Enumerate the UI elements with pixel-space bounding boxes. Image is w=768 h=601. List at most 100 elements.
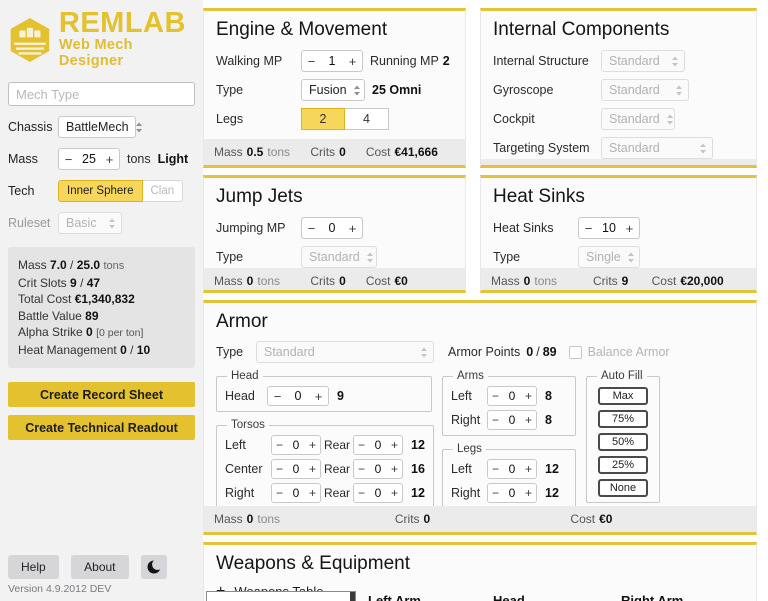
weight-class-badge: Light — [157, 152, 189, 166]
balance-armor-checkbox — [568, 345, 582, 359]
auto-fill-none-button[interactable]: None — [598, 479, 648, 497]
left-torso-row: Left − 0 + Rear − 0 + 12 — [225, 435, 425, 455]
armor-points-label: Armor Points — [448, 345, 521, 359]
engine-footer-stats: Mass 0.5 tons Crits 0 Cost €41,666 — [204, 139, 465, 165]
tech-clan-button[interactable]: Clan — [142, 180, 184, 202]
weapons-listbox[interactable] — [206, 591, 356, 601]
auto-fill-max-button[interactable]: Max — [598, 387, 648, 405]
heat-sinks-title: Heat Sinks — [493, 186, 585, 207]
chassis-select[interactable]: BattleMech — [58, 116, 142, 138]
mech-type-input[interactable] — [8, 82, 195, 106]
right-torso-front-increase-button[interactable]: + — [305, 484, 320, 502]
sidebar: REMLAB Web Mech Designer Chassis BattleM… — [0, 0, 203, 601]
engine-type-select[interactable]: Fusion — [301, 79, 365, 101]
walking-mp-decrease-button[interactable]: − — [302, 51, 321, 71]
internal-footer-stats: Mass6.5tons Crits0 Cost€560,000 — [481, 159, 756, 168]
left-torso-front-decrease-button[interactable]: − — [272, 436, 287, 454]
left-leg-increase-button[interactable]: + — [521, 460, 536, 478]
tech-inner-sphere-button[interactable]: Inner Sphere — [58, 180, 143, 202]
tech-toggle-group: Inner Sphere Clan — [58, 180, 184, 202]
moon-icon — [147, 559, 163, 574]
center-torso-front-increase-button[interactable]: + — [305, 460, 320, 478]
heat-sinks-decrease-button[interactable]: − — [579, 218, 598, 238]
mech-summary-box: Mass 7.0 / 25.0 tons Crit Slots 9 / 47 T… — [8, 247, 195, 368]
right-arm-decrease-button[interactable]: − — [488, 411, 503, 429]
right-arm-row: Right − 0 + 8 — [451, 410, 567, 430]
jump-jets-panel: Jump Jets Jumping MP − 0 + Type Standard — [203, 175, 466, 293]
listbox-scrollbar[interactable] — [350, 592, 355, 601]
right-leg-stepper: − 0 + — [487, 483, 537, 503]
engine-movement-title: Engine & Movement — [216, 19, 388, 40]
mass-stepper: − 25 + — [58, 148, 120, 170]
weapons-equipment-panel: Weapons & Equipment + Weapons Table Left… — [203, 542, 757, 601]
ruleset-select: Basic — [58, 212, 122, 234]
left-arm-row: Left − 0 + 8 — [451, 386, 567, 406]
engine-movement-panel: Engine & Movement Walking MP − 1 + Runni… — [203, 8, 466, 168]
left-torso-rear-decrease-button[interactable]: − — [354, 436, 369, 454]
left-arm-decrease-button[interactable]: − — [488, 387, 503, 405]
right-torso-front-decrease-button[interactable]: − — [272, 484, 287, 502]
legs-4-button[interactable]: 4 — [345, 108, 389, 130]
auto-fill-25-button[interactable]: 25% — [598, 456, 648, 474]
right-torso-rear-decrease-button[interactable]: − — [354, 484, 369, 502]
right-arm-increase-button[interactable]: + — [521, 411, 536, 429]
right-leg-increase-button[interactable]: + — [521, 484, 536, 502]
jumping-mp-increase-button[interactable]: + — [343, 218, 362, 238]
head-armor-increase-button[interactable]: + — [309, 387, 328, 405]
left-leg-decrease-button[interactable]: − — [488, 460, 503, 478]
left-torso-front-increase-button[interactable]: + — [305, 436, 320, 454]
jump-jets-footer-stats: Mass 0 tons Crits 0 Cost €0 — [204, 268, 465, 290]
about-button[interactable]: About — [71, 555, 129, 579]
summary-battle-value: Battle Value 89 — [18, 308, 99, 323]
center-torso-front-decrease-button[interactable]: − — [272, 460, 287, 478]
right-leg-decrease-button[interactable]: − — [488, 484, 503, 502]
dark-mode-toggle-button[interactable] — [140, 555, 167, 579]
auto-fill-50-button[interactable]: 50% — [598, 433, 648, 451]
center-torso-rear-stepper: − 0 + — [353, 459, 403, 479]
heat-mass-value: 0 — [523, 274, 531, 288]
mass-decrease-button[interactable]: − — [59, 149, 78, 169]
create-technical-readout-button[interactable]: Create Technical Readout — [8, 415, 195, 440]
armor-column-head-torsos: Head Head − 0 + 9 Torsos Left − 0 + Rear… — [216, 370, 434, 509]
left-torso-rear-increase-button[interactable]: + — [387, 436, 402, 454]
main-content: Engine & Movement Walking MP − 1 + Runni… — [203, 0, 768, 601]
heat-sinks-panel: Heat Sinks Heat Sinks − 10 + Type Single — [480, 175, 757, 293]
head-armor-decrease-button[interactable]: − — [268, 387, 287, 405]
engine-type-value: Fusion — [309, 83, 347, 97]
legs-2-button[interactable]: 2 — [301, 108, 345, 130]
column-header-right-arm: Right Arm — [621, 593, 684, 601]
head-armor-max: 9 — [337, 389, 344, 403]
summary-mass-current: 7.0 — [50, 258, 67, 272]
summary-heat-management: Heat Management 0 / 10 — [18, 342, 151, 357]
create-record-sheet-button[interactable]: Create Record Sheet — [8, 382, 195, 407]
mass-label: Mass — [8, 152, 38, 166]
jump-jets-title: Jump Jets — [216, 186, 303, 207]
internal-structure-label: Internal Structure — [493, 54, 589, 68]
running-mp-value: 2 — [442, 54, 450, 68]
auto-fill-75-button[interactable]: 75% — [598, 410, 648, 428]
heat-sinks-increase-button[interactable]: + — [620, 218, 639, 238]
chevron-updown-icon — [627, 252, 635, 263]
chevron-updown-icon — [420, 347, 428, 358]
center-torso-max: 16 — [411, 462, 425, 476]
armor-points-max: 89 — [542, 345, 557, 359]
center-torso-front-stepper: − 0 + — [271, 459, 321, 479]
arms-legend: Arms — [457, 370, 484, 382]
walking-mp-increase-button[interactable]: + — [343, 51, 362, 71]
left-arm-increase-button[interactable]: + — [521, 387, 536, 405]
chevron-updown-icon — [671, 56, 679, 67]
help-button[interactable]: Help — [8, 555, 59, 579]
walking-mp-stepper: − 1 + — [301, 50, 363, 72]
summary-mass-label: Mass — [18, 258, 47, 272]
running-mp-label: Running MP — [370, 54, 439, 68]
internal-crits-value: 0 — [622, 165, 629, 168]
legs-legend: Legs — [457, 443, 482, 455]
center-torso-rear-decrease-button[interactable]: − — [354, 460, 369, 478]
auto-fill-fieldset: Auto Fill Max 75% 50% 25% None — [586, 370, 660, 503]
center-torso-rear-increase-button[interactable]: + — [387, 460, 402, 478]
mass-increase-button[interactable]: + — [100, 149, 119, 169]
tech-row: Tech Inner Sphere Clan — [8, 180, 195, 202]
jumping-mp-decrease-button[interactable]: − — [302, 218, 321, 238]
walking-mp-label: Walking MP — [216, 54, 283, 68]
right-torso-rear-increase-button[interactable]: + — [387, 484, 402, 502]
